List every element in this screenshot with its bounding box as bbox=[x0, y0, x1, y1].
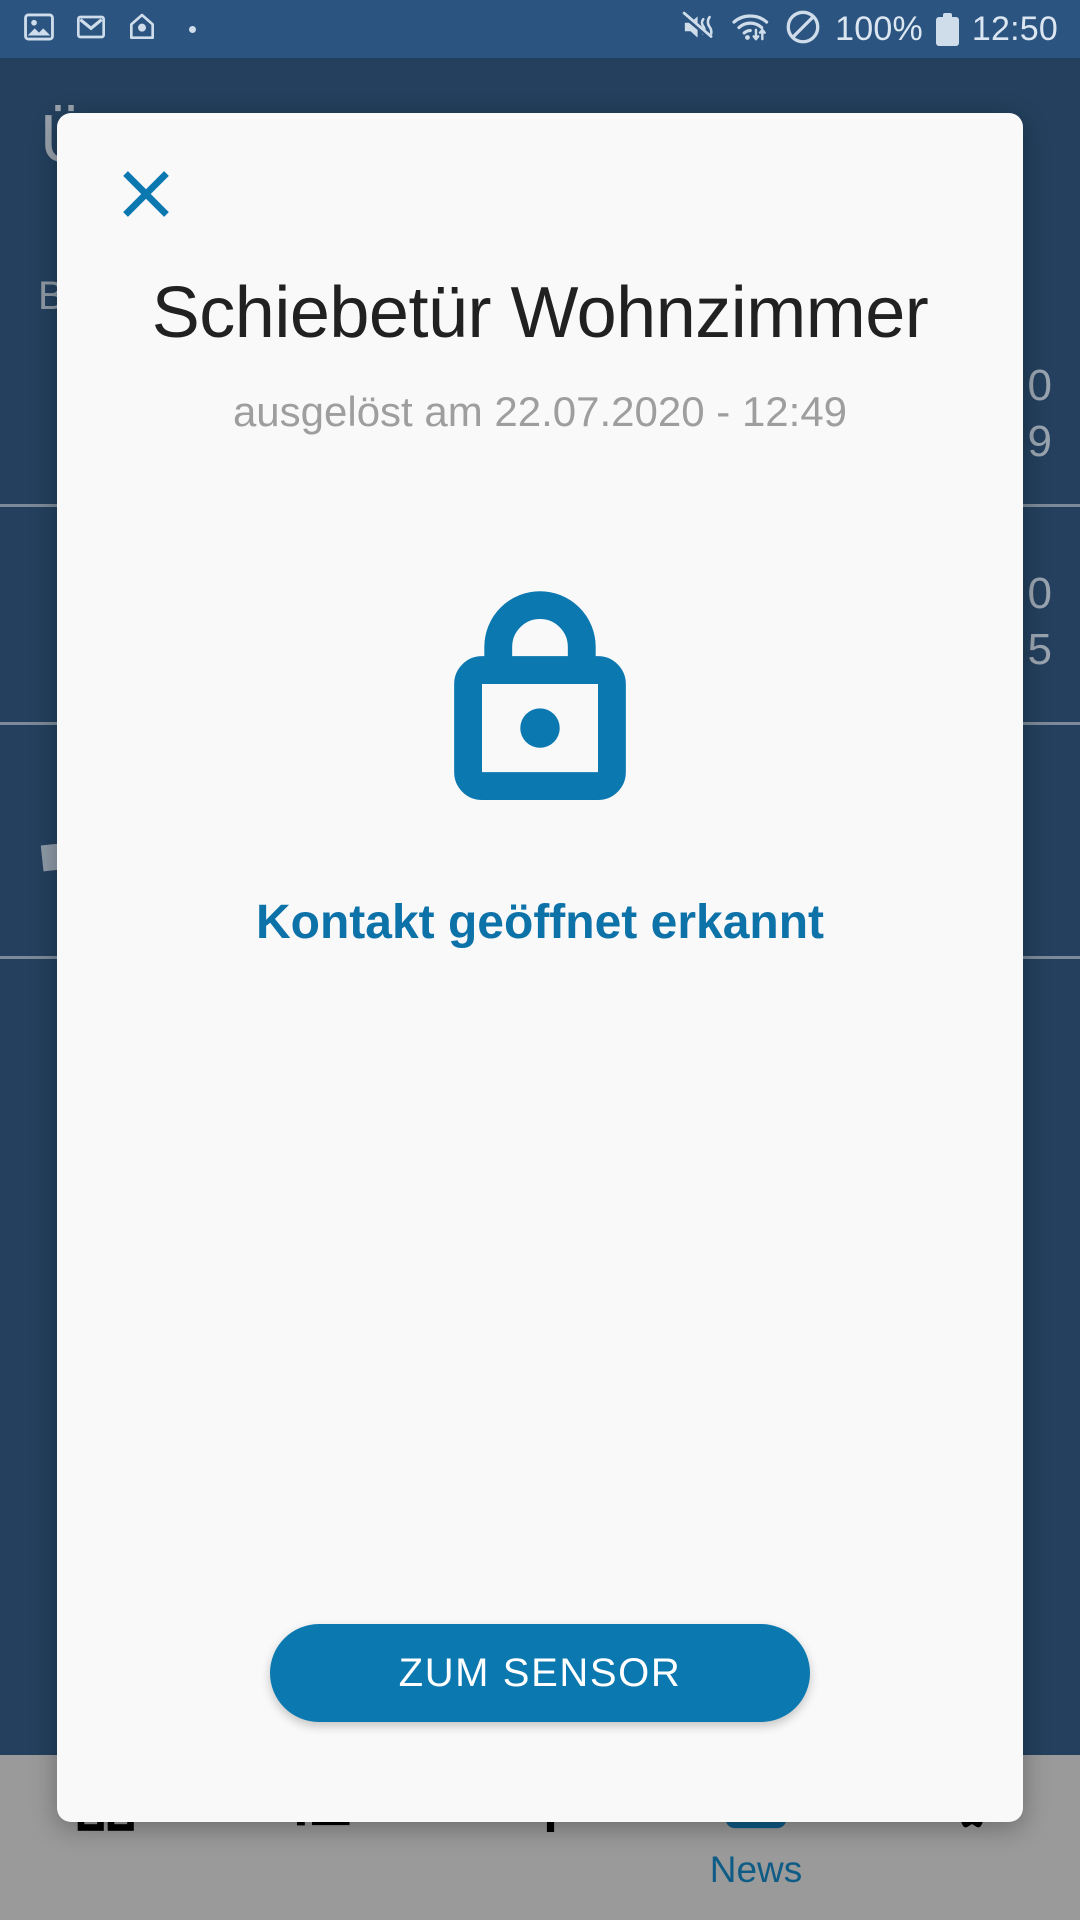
dialog-subtitle: ausgelöst am 22.07.2020 - 12:49 bbox=[232, 388, 848, 435]
dialog-state-text: Kontakt geöffnet erkannt bbox=[255, 896, 825, 949]
lock-closed-icon bbox=[454, 591, 626, 800]
sensor-event-dialog: Schiebetür Wohnzimmer ausgelöst am 22.07… bbox=[57, 113, 1023, 1822]
close-button[interactable] bbox=[93, 141, 198, 246]
phone-screen: 100% 12:50 Übersicht B 09 05 bbox=[0, 0, 1080, 1920]
dialog-title: Schiebetür Wohnzimmer bbox=[151, 273, 929, 353]
close-icon bbox=[122, 170, 169, 217]
go-to-sensor-button[interactable]: ZUM SENSOR bbox=[270, 1624, 810, 1722]
dialog-state-icon-wrapper bbox=[424, 568, 656, 800]
